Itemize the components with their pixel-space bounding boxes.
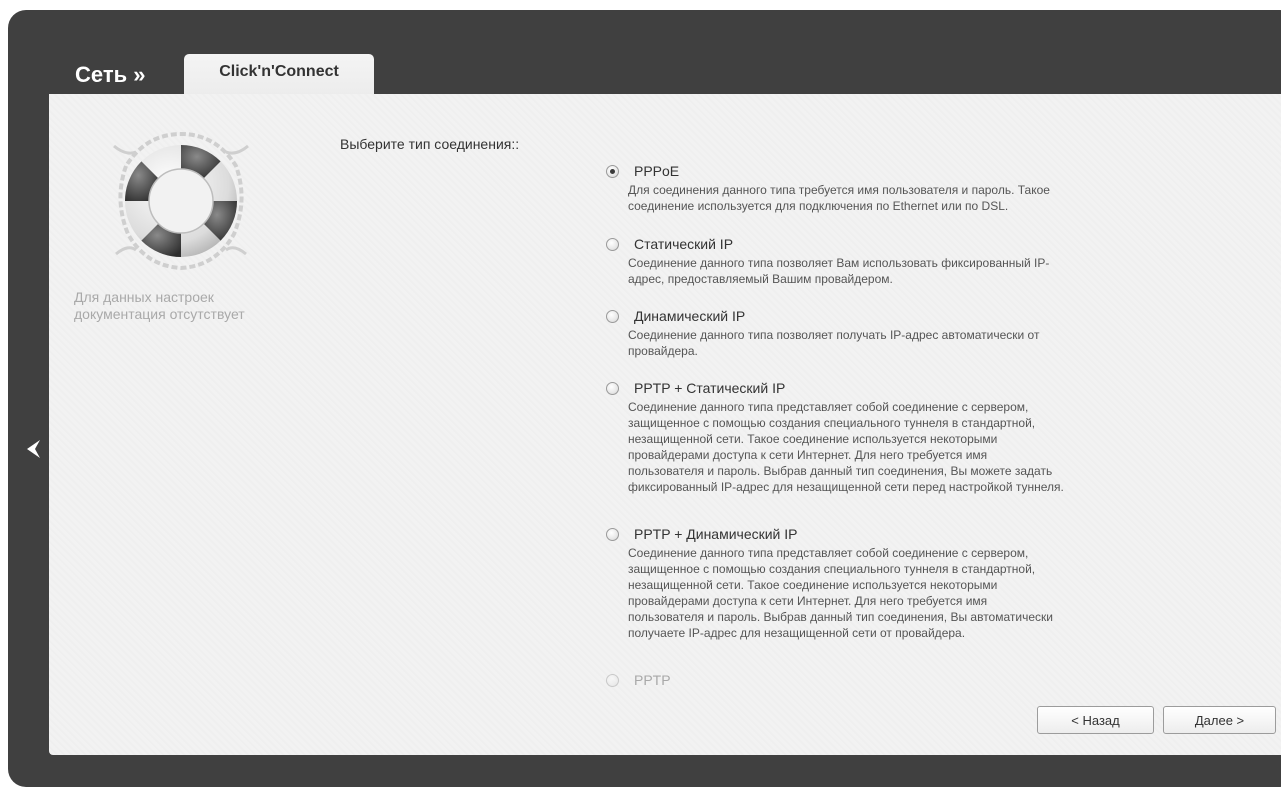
option-pptp-dynamic-ip[interactable]: PPTP + Динамический IP Соединение данног…	[606, 523, 1166, 641]
option-title: PPTP	[634, 672, 671, 688]
radio-pppoe[interactable]	[606, 164, 619, 178]
radio-pptp-static-ip[interactable]	[606, 381, 619, 395]
option-static-ip[interactable]: Статический IP Соединение данного типа п…	[606, 233, 1166, 287]
option-pptp[interactable]: PPTP	[606, 669, 1166, 691]
option-pppoe-row[interactable]: PPPoE	[606, 160, 1166, 182]
option-title: Статический IP	[634, 236, 734, 252]
option-description: Соединение данного типа позволяет получа…	[628, 328, 1040, 358]
option-title: PPTP + Статический IP	[634, 380, 786, 396]
option-description: Для соединения данного типа требуется им…	[628, 183, 1050, 213]
option-description: Соединение данного типа позволяет Вам ис…	[628, 256, 1050, 286]
radio-pptp[interactable]	[606, 673, 619, 687]
option-description: Соединение данного типа представляет соб…	[628, 400, 1064, 494]
chevron-left-icon[interactable]	[24, 438, 44, 460]
option-pptp-dynamic-ip-row[interactable]: PPTP + Динамический IP	[606, 523, 1166, 545]
option-static-ip-row[interactable]: Статический IP	[606, 233, 1166, 255]
radio-static-ip[interactable]	[606, 237, 619, 251]
option-title: Динамический IP	[634, 308, 746, 324]
tab-clicknconnect[interactable]: Click'n'Connect	[184, 54, 374, 96]
lifebuoy-icon	[113, 131, 249, 271]
help-text: Для данных настроек документация отсутст…	[74, 289, 245, 322]
option-pptp-static-ip-row[interactable]: PPTP + Статический IP	[606, 377, 1166, 399]
option-description: Соединение данного типа представляет соб…	[628, 546, 1053, 640]
connection-type-label: Выберите тип соединения::	[340, 136, 520, 152]
option-pptp-row[interactable]: PPTP	[606, 669, 1166, 691]
breadcrumb-root[interactable]: Сеть »	[75, 62, 145, 88]
option-dynamic-ip[interactable]: Динамический IP Соединение данного типа …	[606, 305, 1166, 359]
option-pppoe[interactable]: PPPoE Для соединения данного типа требуе…	[606, 160, 1166, 214]
next-button[interactable]: Далее >	[1163, 706, 1276, 734]
option-pptp-static-ip[interactable]: PPTP + Статический IP Соединение данного…	[606, 377, 1166, 495]
radio-dynamic-ip[interactable]	[606, 309, 619, 323]
option-title: PPTP + Динамический IP	[634, 526, 798, 542]
radio-pptp-dynamic-ip[interactable]	[606, 527, 619, 541]
back-button[interactable]: < Назад	[1037, 706, 1154, 734]
option-title: PPPoE	[634, 163, 680, 179]
option-dynamic-ip-row[interactable]: Динамический IP	[606, 305, 1166, 327]
